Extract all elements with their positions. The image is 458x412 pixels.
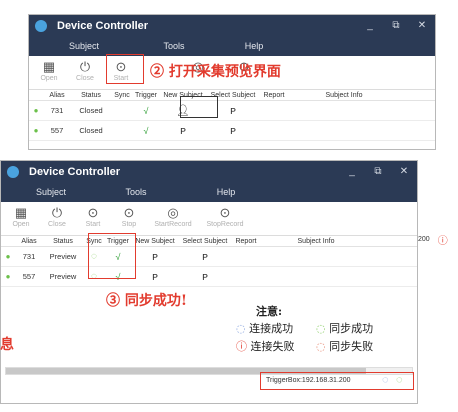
sync-ok-icon: ◌ <box>316 322 326 335</box>
stop-record-button[interactable]: ⊙ StopRecord <box>199 205 251 228</box>
menu-subject[interactable]: Subject <box>1 187 101 197</box>
step2-annotation: ② 打开采集预览界面 <box>150 64 281 80</box>
device-dot-icon: ● <box>33 126 39 135</box>
restore-button[interactable]: ⧉ <box>383 20 409 31</box>
legend-item: ◌ 同步成功 <box>316 322 374 335</box>
select-subject-button[interactable]: ᴘ <box>207 125 259 137</box>
close-window-button[interactable]: ✕ <box>409 20 435 31</box>
new-subject-highlight-box <box>180 96 218 118</box>
start-highlight-box <box>106 54 144 84</box>
col-select-subject: Select Subject <box>182 237 228 245</box>
device-dot-icon: ● <box>5 252 11 261</box>
stop-button[interactable]: ⊙ Stop <box>111 205 147 228</box>
sync-success-icon: ◌ <box>236 322 246 335</box>
stop-record-icon: ⊙ <box>219 205 231 220</box>
minimize-button[interactable]: _ <box>357 20 383 31</box>
close-window-button[interactable]: ✕ <box>391 166 417 177</box>
col-status: Status <box>81 91 101 99</box>
background-window-peek: 200 ⓘ <box>418 230 458 248</box>
power-icon: ⏻ <box>79 59 91 74</box>
close-button[interactable]: ⏻ Close <box>39 205 75 228</box>
open-button[interactable]: ▦ Open <box>3 205 39 228</box>
menu-bar: Subject Tools Help <box>29 36 435 56</box>
select-subject-button[interactable]: ᴘ <box>179 251 231 263</box>
legend-item: ⓘ 连接失败 <box>236 340 295 353</box>
legend-title: 注意: <box>256 305 283 318</box>
start-icon: ⊙ <box>87 205 99 220</box>
col-subject-info: Subject Info <box>297 237 335 245</box>
col-subject-info: Subject Info <box>325 91 363 99</box>
menu-subject[interactable]: Subject <box>29 41 139 51</box>
menu-tools[interactable]: Tools <box>101 187 171 197</box>
status-bar-text: TriggerBox:192.168.31.200 <box>266 377 351 384</box>
col-alias: Alias <box>21 237 37 245</box>
menu-help[interactable]: Help <box>171 187 281 197</box>
col-status: Status <box>53 237 73 245</box>
grid-icon: ▦ <box>42 59 56 74</box>
device-dot-icon: ● <box>5 272 11 281</box>
new-subject-button[interactable]: ᴘ <box>131 251 179 263</box>
new-subject-button[interactable]: ᴘ <box>159 125 207 137</box>
grid-icon: ▦ <box>14 205 28 220</box>
sync-fail-icon: ◌ <box>316 340 326 353</box>
legend-item: ◌ 连接成功 <box>236 322 294 335</box>
col-alias: Alias <box>49 91 65 99</box>
start-record-icon: ◎ <box>167 205 179 220</box>
table-row[interactable]: ● 731 Closed √ 👤︎ ᴘ <box>29 101 435 121</box>
app-logo-icon <box>7 165 19 178</box>
close-button[interactable]: ⏻ Close <box>67 59 103 82</box>
device-dot-icon: ● <box>33 106 39 115</box>
window-title: Device Controller <box>57 19 149 32</box>
window-title: Device Controller <box>29 165 121 178</box>
table-row[interactable]: ● 557 Preview ◌ √ ᴘ ᴘ <box>1 267 417 287</box>
open-button[interactable]: ▦ Open <box>31 59 67 82</box>
connect-fail-icon: ⓘ <box>236 340 247 353</box>
title-bar: Device Controller _ ⧉ ✕ <box>29 15 435 36</box>
toolbar: ▦ Open ⏻ Close ⊙ Start ⊙ Stop ◎ StartRecord ⊙… <box>1 202 417 236</box>
bottom-device-controller-window: Device Controller _ ⧉ ✕ Subject Tools He… <box>0 160 418 404</box>
legend-item: ◌ 同步失败 <box>316 340 374 353</box>
sync-highlight-box <box>88 233 136 279</box>
menu-tools[interactable]: Tools <box>139 41 209 51</box>
menu-bar: Subject Tools Help <box>1 182 417 202</box>
trigger-check-icon: √ <box>143 125 149 136</box>
connect-fail-icon: ⓘ <box>437 235 448 247</box>
new-subject-button[interactable]: ᴘ <box>131 271 179 283</box>
restore-button[interactable]: ⧉ <box>365 166 391 177</box>
trigger-check-icon: √ <box>143 105 149 116</box>
col-sync: Sync <box>114 91 130 99</box>
sync-success-icon: ◌ <box>382 374 389 386</box>
top-device-controller-window: Device Controller _ ⧉ ✕ Subject Tools He… <box>28 14 436 150</box>
table-row[interactable]: ● 731 Preview ◌ √ ᴘ ᴘ <box>1 247 417 267</box>
table-row[interactable]: ● 557 Closed √ ᴘ ᴘ <box>29 121 435 141</box>
step3-annotation: ③ 同步成功! <box>106 293 188 309</box>
start-record-button[interactable]: ◎ StartRecord <box>147 205 199 228</box>
table-header: Alias Status Sync Trigger New Subject Se… <box>1 236 417 247</box>
col-new-subject: New Subject <box>135 237 175 245</box>
stop-icon: ⊙ <box>123 205 135 220</box>
col-trigger: Trigger <box>135 91 157 99</box>
col-report: Report <box>235 237 257 245</box>
minimize-button[interactable]: _ <box>339 166 365 177</box>
table-header: Alias Status Sync Trigger New Subject Se… <box>29 90 435 101</box>
start-button[interactable]: ⊙ Start <box>75 205 111 228</box>
sync-ok-icon: ◌ <box>396 374 403 386</box>
col-report: Report <box>263 91 285 99</box>
app-logo-icon <box>35 19 47 32</box>
title-bar: Device Controller _ ⧉ ✕ <box>1 161 417 182</box>
select-subject-button[interactable]: ᴘ <box>179 271 231 283</box>
power-icon: ⏻ <box>51 205 63 220</box>
left-fragment-text: 息 <box>0 337 14 353</box>
menu-help[interactable]: Help <box>209 41 299 51</box>
